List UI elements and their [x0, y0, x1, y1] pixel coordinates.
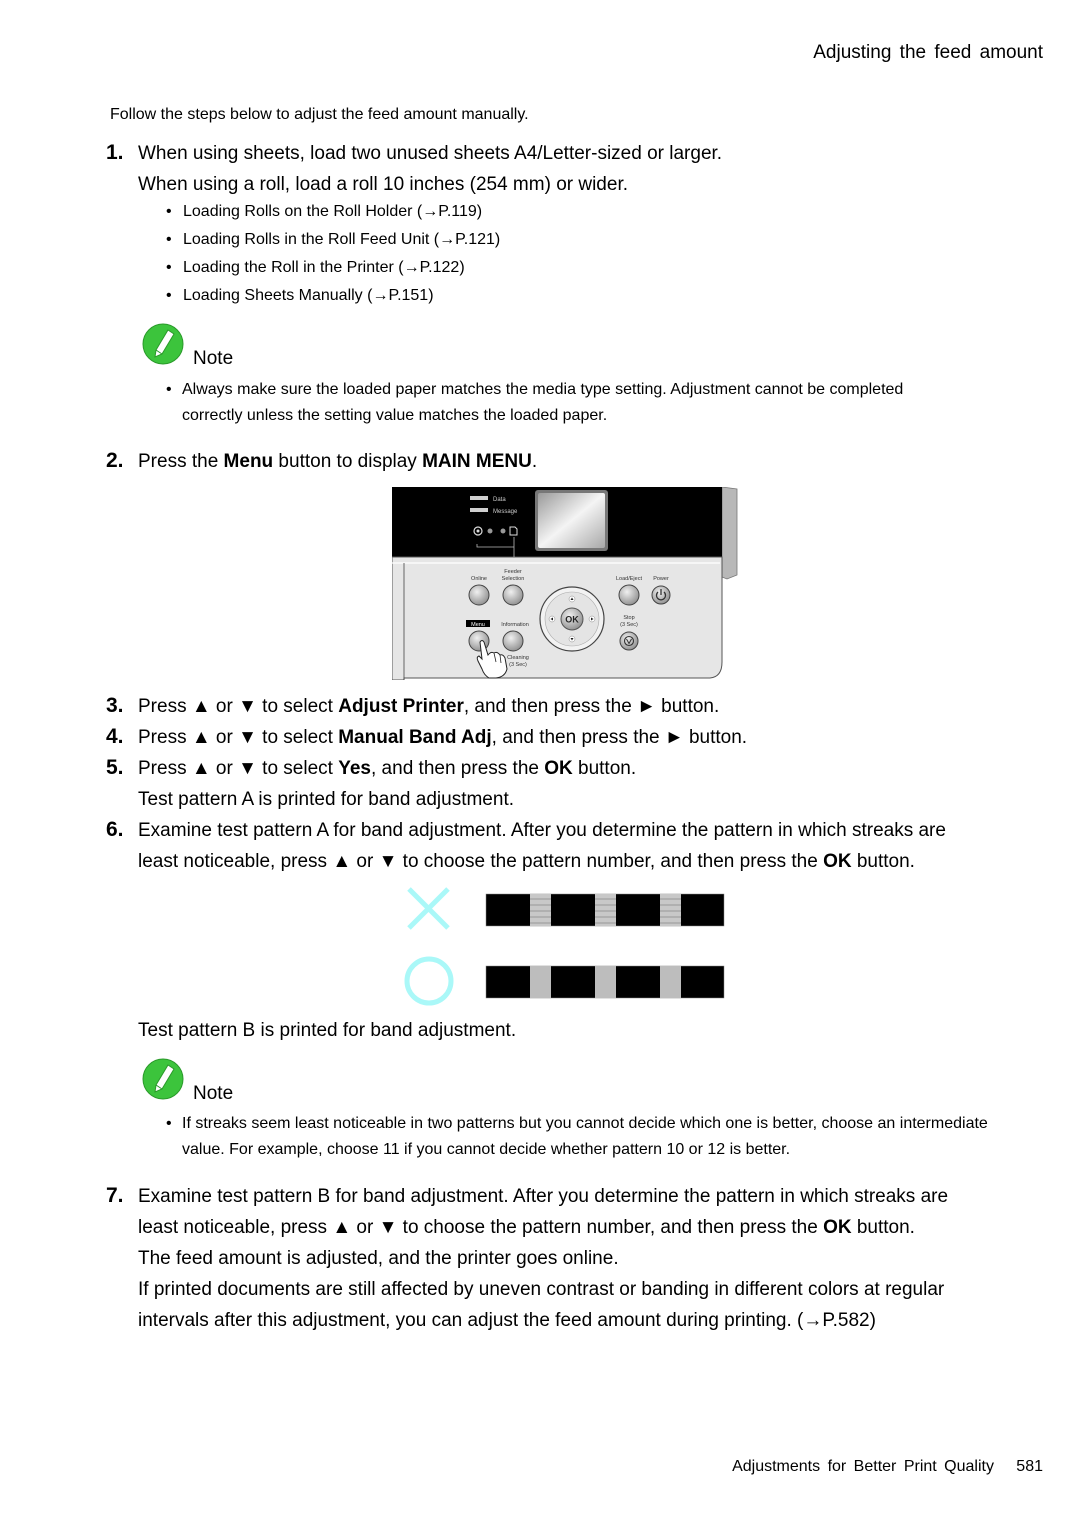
step6-line2: least noticeable, press ▲ or ▼ to choose…: [138, 851, 915, 872]
message-led: [470, 508, 488, 512]
stop-sub-label: (3 Sec): [620, 622, 638, 628]
power-label: Power: [653, 576, 669, 582]
step7-line5-link[interactable]: intervals after this adjustment, you can…: [138, 1310, 876, 1332]
step7-line3: The feed amount is adjusted, and the pri…: [138, 1248, 619, 1269]
note-label: Note: [193, 348, 234, 369]
bullet: •: [166, 203, 172, 220]
load-eject-button: [618, 584, 640, 606]
good-pattern: [485, 965, 725, 999]
bullet: •: [166, 381, 172, 398]
step7-line4: If printed documents are still affected …: [138, 1279, 945, 1300]
note-heading: Note: [140, 1057, 260, 1109]
bullet: •: [166, 287, 172, 304]
feeder-selection-button: [502, 584, 524, 606]
cleaning-label: Cleaning: [507, 655, 529, 661]
step5-result: Test pattern A is printed for band adjus…: [138, 789, 515, 810]
step-number-7: 7.: [106, 1184, 124, 1207]
step6-result: Test pattern B is printed for band adjus…: [138, 1020, 517, 1041]
step1-line1: When using sheets, load two unused sheet…: [138, 143, 723, 164]
test-pattern-illustration: [404, 887, 725, 1006]
online-button: [468, 584, 490, 606]
data-led: [470, 496, 488, 500]
step-number-1: 1.: [106, 141, 124, 164]
note-text-2: • If streaks seem least noticeable in tw…: [166, 1111, 1006, 1163]
page-footer: Adjustments for Better Print Quality 581: [732, 1458, 1043, 1476]
online-label: Online: [471, 576, 487, 582]
step2-line: Press the Menu button to display MAIN ME…: [138, 451, 538, 472]
circle-mark-icon: [404, 956, 454, 1006]
step-number-5: 5.: [106, 756, 124, 779]
information-button: [502, 630, 524, 652]
note-heading: Note: [140, 322, 260, 374]
printer-control-panel-illustration: Data Message Feeder Selection Online Loa…: [392, 487, 738, 680]
link-loading-sheets-manually[interactable]: • Loading Sheets Manually (→P.151): [166, 287, 434, 305]
stop-button: [619, 631, 639, 651]
data-label: Data: [493, 497, 506, 503]
bullet: •: [166, 1115, 172, 1132]
link-loading-roll-in-printer[interactable]: • Loading the Roll in the Printer (→P.122…: [166, 259, 465, 277]
feeder-label: Feeder: [504, 569, 522, 575]
bullet: •: [166, 259, 172, 276]
step3-line: Press ▲ or ▼ to select Adjust Printer, a…: [138, 696, 720, 717]
step4-line: Press ▲ or ▼ to select Manual Band Adj, …: [138, 727, 748, 748]
page-number: 581: [1016, 1458, 1043, 1475]
link-loading-rolls-roll-feed-unit[interactable]: • Loading Rolls in the Roll Feed Unit (→P…: [166, 231, 500, 249]
note-label: Note: [193, 1083, 234, 1104]
selection-label: Selection: [502, 576, 525, 582]
indicator-led: [487, 528, 493, 534]
menu-label: Menu: [471, 622, 485, 628]
step7-line2: least noticeable, press ▲ or ▼ to choose…: [138, 1217, 915, 1238]
note-text-1: • Always make sure the loaded paper matc…: [166, 377, 946, 429]
cross-mark-icon: [407, 887, 450, 930]
ok-label: OK: [565, 615, 579, 625]
information-label: Information: [501, 622, 529, 628]
intro-text: Follow the steps below to adjust the fee…: [110, 106, 529, 123]
step-number-4: 4.: [106, 725, 124, 748]
step6-line1: Examine test pattern A for band adjustme…: [138, 820, 946, 841]
step5-line: Press ▲ or ▼ to select Yes, and then pre…: [138, 758, 637, 779]
note-pencil-icon: [142, 1058, 184, 1100]
link-loading-rolls-roll-holder[interactable]: • Loading Rolls on the Roll Holder (→P.11…: [166, 203, 482, 221]
note-pencil-icon: [142, 323, 184, 365]
step-number-2: 2.: [106, 449, 124, 472]
message-label: Message: [493, 509, 518, 515]
load-eject-label: Load/Eject: [616, 576, 642, 582]
page-header-title: Adjusting the feed amount: [813, 42, 1043, 63]
step1-line2: When using a roll, load a roll 10 inches…: [138, 174, 629, 195]
cleaning-sub-label: (3 Sec): [509, 662, 527, 668]
bullet: •: [166, 231, 172, 248]
step-number-6: 6.: [106, 818, 124, 841]
stop-label: Stop: [623, 615, 634, 621]
footer-section-title: Adjustments for Better Print Quality: [732, 1458, 994, 1475]
bad-pattern: [485, 893, 725, 927]
step-number-3: 3.: [106, 694, 124, 717]
indicator-led: [500, 528, 506, 534]
step7-line1: Examine test pattern B for band adjustme…: [138, 1186, 949, 1207]
